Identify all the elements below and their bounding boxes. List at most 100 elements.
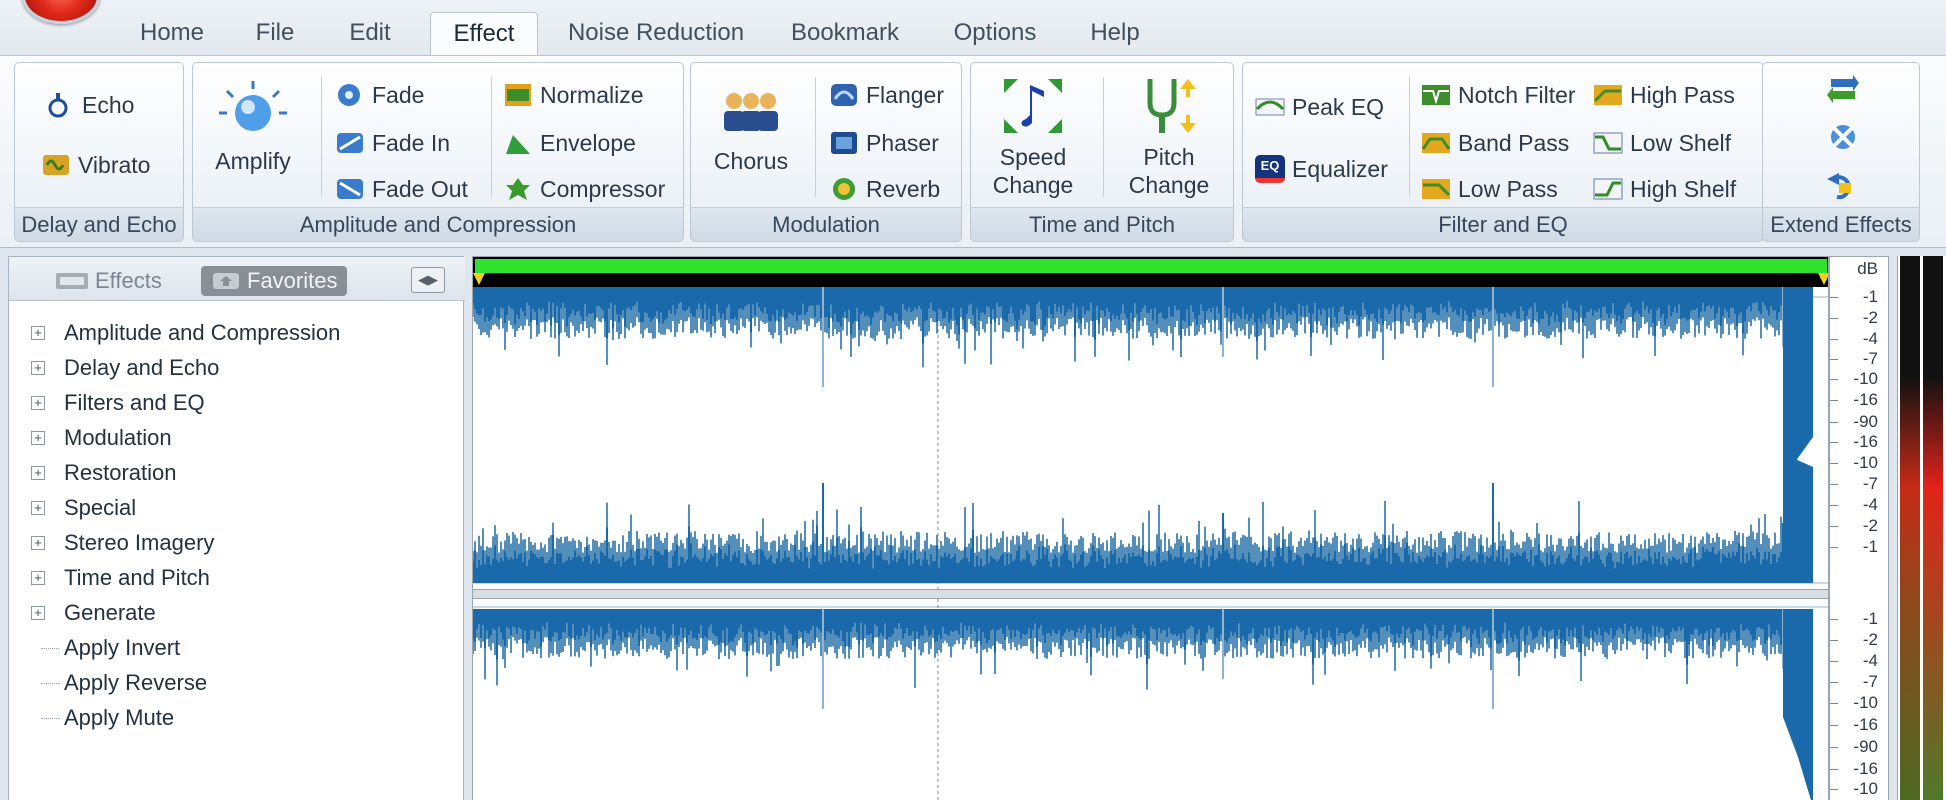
envelope-button[interactable]: Envelope [503,129,636,157]
speed-label-line-1: Speed [999,144,1067,170]
waveform-editor[interactable] [472,256,1829,800]
phaser-icon [831,132,857,154]
tree-item-label: Amplitude and Compression [64,319,341,345]
db-tick [1830,359,1838,360]
tree-item-label: Delay and Echo [64,354,220,380]
group-delay-echo: Echo Vibrato Delay and Echo [14,62,184,242]
tree-item[interactable]: + Time and Pitch [9,560,465,595]
tree-item[interactable]: + Stereo Imagery [9,525,465,560]
extend-effect-1-icon[interactable] [1825,71,1861,107]
tab-home[interactable]: Home [112,12,232,56]
tab-edit[interactable]: Edit [334,12,406,56]
group-time-pitch: Speed Change Pitch Change Time and Pitch [970,62,1234,242]
speed-change-button[interactable]: Speed Change [983,75,1083,199]
tab-help[interactable]: Help [1080,12,1150,56]
tab-file[interactable]: File [240,12,310,56]
range-markers [473,273,1828,285]
chorus-button[interactable]: Chorus [709,79,793,175]
band-pass-button[interactable]: Band Pass [1421,129,1569,157]
pitch-label-line-2: Change [1128,172,1210,198]
peak-eq-button[interactable]: Peak EQ [1255,93,1384,121]
phaser-button[interactable]: Phaser [829,129,939,157]
group-label-amplitude-compression: Amplitude and Compression [193,207,683,241]
compressor-label: Compressor [540,175,666,202]
panel-collapse-button[interactable]: ◀▶ [411,267,445,293]
expand-icon[interactable]: + [31,536,45,550]
expand-icon[interactable]: + [31,466,45,480]
reverb-label: Reverb [866,175,941,202]
pitch-change-button[interactable]: Pitch Change [1119,75,1219,199]
chorus-icon [724,93,778,131]
extend-effect-3-icon[interactable] [1825,167,1861,203]
echo-button[interactable]: Echo [45,91,134,119]
equalizer-button[interactable]: EQ Equalizer [1255,155,1388,183]
waveform-canvas[interactable] [473,287,1829,800]
effects-tree: + Amplitude and Compression + Delay and Ech… [9,315,465,735]
tree-item[interactable]: + Restoration [9,455,465,490]
tab-effects[interactable]: Effects [45,266,172,296]
db-tick-label: -16 [1853,715,1878,734]
tree-item[interactable]: + Filters and EQ [9,385,465,420]
tree-item[interactable]: Apply Invert [9,630,465,665]
speed-change-icon [1004,79,1062,133]
tab-bookmark[interactable]: Bookmark [780,12,910,56]
tree-item-label: Apply Mute [64,704,175,730]
favorites-tab-icon [213,273,239,289]
tree-item[interactable]: Apply Mute [9,700,465,735]
tree-item[interactable]: + Modulation [9,420,465,455]
fade-out-button[interactable]: Fade Out [335,175,468,203]
db-tick [1830,703,1838,704]
expand-icon[interactable]: + [31,326,45,340]
flanger-button[interactable]: Flanger [829,81,944,109]
notch-filter-icon [1422,85,1450,105]
db-tick [1830,400,1838,401]
expand-icon[interactable]: + [31,431,45,445]
speed-label-line-2: Change [992,172,1074,198]
amplify-button[interactable]: Amplify [213,79,293,175]
expand-icon[interactable]: + [31,361,45,375]
db-tick-label: -10 [1853,779,1878,798]
vibrato-button[interactable]: Vibrato [41,151,150,179]
tree-item[interactable]: + Special [9,490,465,525]
effect-ribbon: Echo Vibrato Delay and Echo Amplify Fade… [0,55,1946,248]
peak-eq-icon [1255,98,1285,116]
db-tick [1830,547,1838,548]
fade-button[interactable]: Fade [335,81,424,109]
playback-range-bar[interactable] [475,259,1827,273]
notch-filter-button[interactable]: Notch Filter [1421,81,1576,109]
expand-icon[interactable]: + [31,606,45,620]
expand-icon[interactable]: + [31,571,45,585]
extend-effect-2-icon[interactable] [1825,119,1861,155]
high-shelf-button[interactable]: High Shelf [1593,175,1736,203]
low-shelf-button[interactable]: Low Shelf [1593,129,1731,157]
compressor-button[interactable]: Compressor [503,175,665,203]
tree-item[interactable]: Apply Reverse [9,665,465,700]
group-modulation: Chorus Flanger Phaser Reverb Modulation [690,62,962,242]
group-filter-eq: Peak EQ EQ Equalizer Notch Filter Band P… [1242,62,1764,242]
expand-icon[interactable]: + [31,396,45,410]
db-scale: dB -1 -2 -4 -7 -10 -16 -90 -16 -10 -7 -4 -2 -1 -1 -2 -4… [1829,256,1889,800]
tree-item[interactable]: + Delay and Echo [9,350,465,385]
normalize-button[interactable]: Normalize [503,81,644,109]
high-pass-button[interactable]: High Pass [1593,81,1735,109]
timeline-overview[interactable] [473,257,1828,287]
expand-icon[interactable]: + [31,501,45,515]
fade-in-button[interactable]: Fade In [335,129,450,157]
tree-item[interactable]: + Generate [9,595,465,630]
tree-item[interactable]: + Amplitude and Compression [9,315,465,350]
group-amplitude-compression: Amplify Fade Fade In Fade Out Normalize … [192,62,684,242]
tree-item-label: Apply Reverse [64,669,208,695]
channel-separator[interactable] [473,589,1828,599]
tab-effect[interactable]: Effect [430,12,538,56]
tree-item-label: Stereo Imagery [64,529,215,555]
reverb-button[interactable]: Reverb [829,175,940,203]
pitch-label-line-1: Pitch [1143,144,1195,170]
tree-connector [41,683,59,684]
db-tick-label: -90 [1853,737,1878,756]
tab-options[interactable]: Options [940,12,1050,56]
tab-noise-reduction[interactable]: Noise Reduction [558,12,754,56]
db-tick-label: -4 [1862,329,1878,348]
fade-in-label: Fade In [372,129,450,156]
tab-favorites[interactable]: Favorites [201,266,348,296]
low-pass-button[interactable]: Low Pass [1421,175,1558,203]
